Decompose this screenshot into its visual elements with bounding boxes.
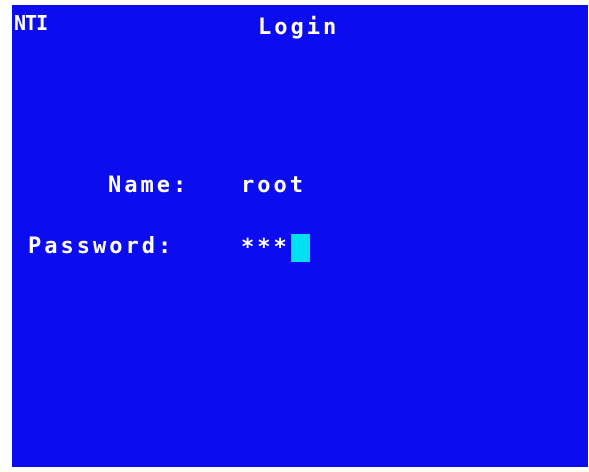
- name-label: Name:: [108, 173, 190, 198]
- page-title: Login: [258, 15, 340, 40]
- nti-logo: NTI: [14, 11, 48, 35]
- password-label: Password:: [28, 234, 175, 259]
- password-mask: ***: [241, 235, 290, 260]
- name-field[interactable]: root: [241, 175, 306, 197]
- password-field[interactable]: ***: [241, 234, 310, 262]
- text-cursor: [290, 234, 310, 262]
- login-screen: NTI Login Name: root Password: ***: [12, 5, 588, 467]
